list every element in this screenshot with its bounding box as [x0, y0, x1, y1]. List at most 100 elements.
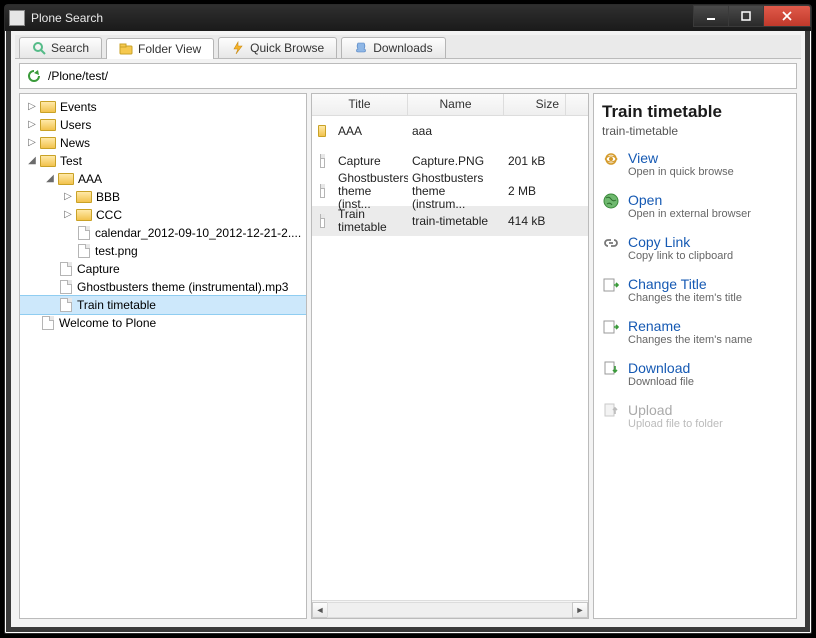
rename-icon	[602, 318, 620, 336]
tree-item-label: Capture	[77, 262, 120, 276]
col-title[interactable]: Title	[312, 94, 408, 115]
tab-label: Downloads	[373, 41, 432, 55]
globe-icon	[602, 192, 620, 210]
list-row[interactable]: Ghostbusters theme (inst...Ghostbusters …	[312, 176, 588, 206]
action-change-title[interactable]: Change TitleChanges the item's title	[602, 276, 788, 304]
action-title: Download	[628, 360, 694, 376]
horizontal-scrollbar[interactable]: ◄ ►	[312, 600, 588, 618]
minimize-button[interactable]	[693, 5, 729, 27]
folder-icon	[119, 42, 133, 56]
tree-item-label: News	[60, 136, 90, 150]
tree-item[interactable]: ▷Users	[20, 116, 306, 134]
tab-label: Folder View	[138, 42, 201, 56]
file-icon	[42, 316, 54, 330]
col-name[interactable]: Name	[408, 94, 504, 115]
tree-item[interactable]: test.png	[20, 242, 306, 260]
tree-item[interactable]: ▷ BBB	[20, 188, 306, 206]
tree-item-label: Test	[60, 154, 82, 168]
action-view[interactable]: ViewOpen in quick browse	[602, 150, 788, 178]
client-area: Search Folder View Quick Browse Download…	[6, 31, 810, 632]
action-download[interactable]: DownloadDownload file	[602, 360, 788, 388]
action-desc: Open in quick browse	[628, 166, 734, 178]
maximize-button[interactable]	[728, 5, 764, 27]
tree-item[interactable]: Capture	[20, 260, 306, 278]
file-icon	[320, 154, 325, 168]
collapse-icon[interactable]: ◢	[26, 155, 38, 167]
tree-pane: ▷Events▷Users▷News◢Test◢AAA▷BBB▷CCCcalen…	[19, 93, 307, 619]
tree-item[interactable]: Ghostbusters theme (instrumental).mp3	[20, 278, 306, 296]
cell-name: Ghostbusters theme (instrum...	[408, 172, 504, 211]
app-window: Plone Search Search Folder View Quick Br…	[4, 4, 812, 634]
scroll-left-button[interactable]: ◄	[312, 602, 328, 618]
tabs: Search Folder View Quick Browse Download…	[15, 35, 801, 59]
upload-icon	[602, 402, 620, 420]
list-row[interactable]: Train timetabletrain-timetable414 kB	[312, 206, 588, 236]
collapse-icon[interactable]: ◢	[44, 173, 56, 185]
action-desc: Copy link to clipboard	[628, 250, 733, 262]
tab-quick-browse[interactable]: Quick Browse	[218, 37, 337, 58]
expand-icon[interactable]: ▷	[26, 101, 38, 113]
path-input[interactable]	[48, 69, 790, 83]
tab-label: Quick Browse	[250, 41, 324, 55]
tree-item[interactable]: Train timetable	[20, 296, 306, 314]
rename-icon	[602, 276, 620, 294]
tree[interactable]: ▷Events▷Users▷News◢Test◢AAA▷BBB▷CCCcalen…	[20, 94, 306, 618]
action-rename[interactable]: RenameChanges the item's name	[602, 318, 788, 346]
tree-item-label: Events	[60, 100, 97, 114]
link-icon	[602, 234, 620, 252]
tree-item-label: test.png	[95, 244, 138, 258]
expand-icon[interactable]: ▷	[26, 137, 38, 149]
tree-item-label: Welcome to Plone	[59, 316, 156, 330]
tree-item[interactable]: ◢ Test	[20, 152, 306, 170]
tree-item-label: Train timetable	[77, 298, 156, 312]
cell-size: 201 kB	[504, 154, 566, 168]
tab-label: Search	[51, 41, 89, 55]
action-open[interactable]: OpenOpen in external browser	[602, 192, 788, 220]
search-icon	[32, 41, 46, 55]
cell-name: Capture.PNG	[408, 155, 504, 168]
tab-downloads[interactable]: Downloads	[341, 37, 445, 58]
eye-icon	[602, 150, 620, 168]
download-icon	[354, 41, 368, 55]
expand-icon[interactable]: ▷	[62, 191, 74, 203]
cell-name: train-timetable	[408, 215, 504, 228]
action-title: Change Title	[628, 276, 742, 292]
titlebar[interactable]: Plone Search	[5, 5, 811, 31]
folder-icon	[58, 173, 74, 185]
file-icon	[78, 226, 90, 240]
expand-icon[interactable]: ▷	[62, 209, 74, 221]
tree-item[interactable]: Welcome to Plone	[20, 314, 306, 332]
list-row[interactable]: AAAaaa	[312, 116, 588, 146]
action-title: Open	[628, 192, 751, 208]
tree-item-label: CCC	[96, 208, 122, 222]
tab-folder-view[interactable]: Folder View	[106, 38, 214, 59]
tree-item-label: BBB	[96, 190, 120, 204]
scroll-right-button[interactable]: ►	[572, 602, 588, 618]
expand-icon[interactable]: ▷	[26, 119, 38, 131]
file-icon	[60, 280, 72, 294]
tree-item[interactable]: ▷ News	[20, 134, 306, 152]
action-desc: Changes the item's title	[628, 292, 742, 304]
cell-size: 414 kB	[504, 214, 566, 228]
tree-item[interactable]: ◢AAA	[20, 170, 306, 188]
list-body[interactable]: AAAaaaCaptureCapture.PNG201 kBGhostbuste…	[312, 116, 588, 600]
tab-search[interactable]: Search	[19, 37, 102, 58]
tree-item[interactable]: ▷ Events	[20, 98, 306, 116]
tree-item[interactable]: calendar_2012-09-10_2012-12-21-2....	[20, 224, 306, 242]
cell-size: 2 MB	[504, 184, 566, 198]
action-title: View	[628, 150, 734, 166]
cell-title: Capture	[334, 155, 408, 168]
refresh-icon[interactable]	[26, 68, 42, 84]
folder-icon	[318, 125, 326, 137]
action-copy-link[interactable]: Copy LinkCopy link to clipboard	[602, 234, 788, 262]
col-size[interactable]: Size	[504, 94, 566, 115]
action-desc: Upload file to folder	[628, 418, 723, 430]
detail-pane: Train timetable train-timetable ViewOpen…	[593, 93, 797, 619]
lightning-icon	[231, 41, 245, 55]
scroll-track[interactable]	[327, 602, 573, 618]
close-button[interactable]	[763, 5, 811, 27]
action-desc: Changes the item's name	[628, 334, 752, 346]
file-icon	[320, 184, 325, 198]
cell-title: Ghostbusters theme (inst...	[334, 172, 408, 211]
tree-item[interactable]: ▷ CCC	[20, 206, 306, 224]
